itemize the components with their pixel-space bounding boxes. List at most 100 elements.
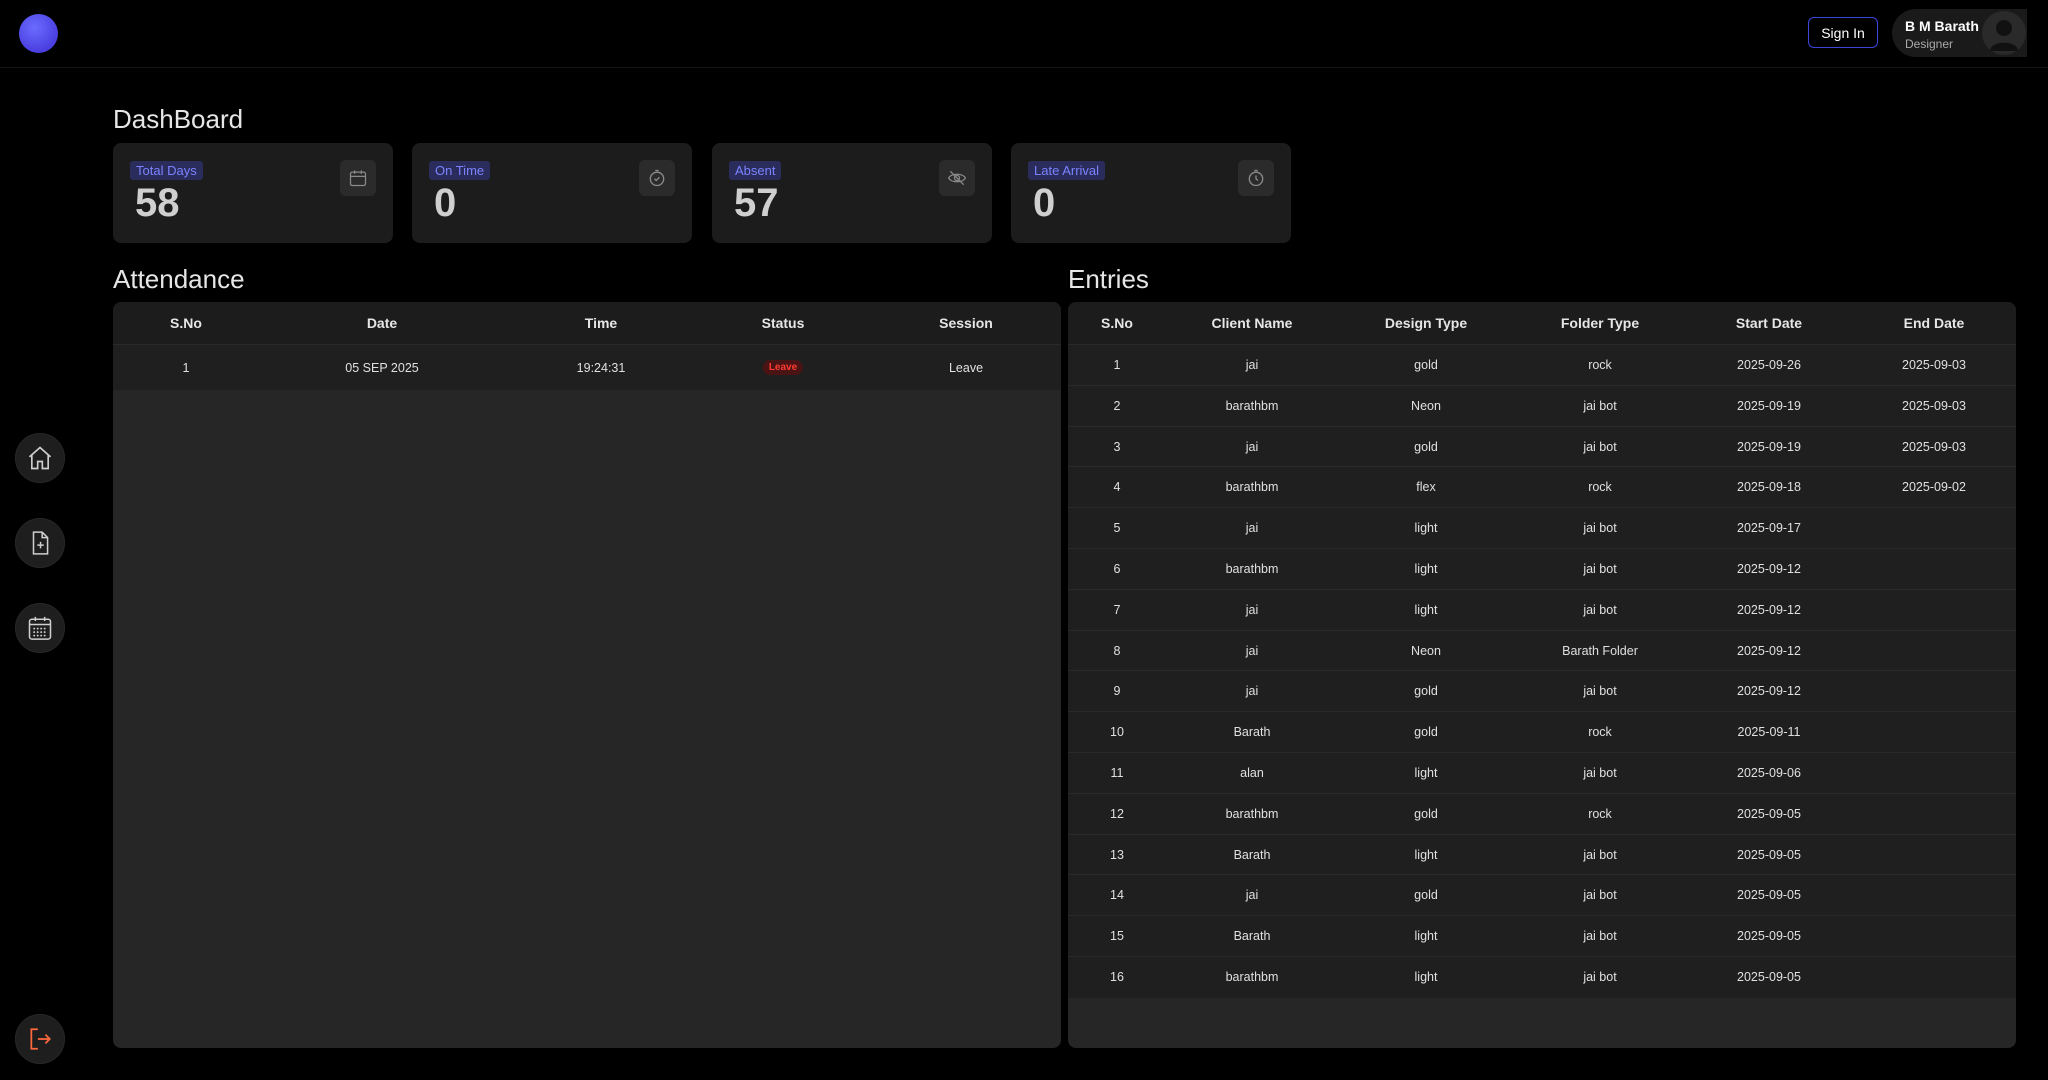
stat-card-total-days: Total Days 58 [113,143,393,243]
cell-start-date: 2025-09-19 [1737,439,1801,454]
table-row[interactable]: 2 barathbm Neon jai bot 2025-09-19 2025-09-03 [1068,384,2016,427]
cell-folder-type: jai bot [1583,562,1617,576]
cell-design-type: light [1414,929,1438,944]
clock-check-icon [649,169,665,187]
user-profile[interactable]: B M Barath Designer [1892,9,2027,57]
table-row[interactable]: 1 jai gold rock 2025-09-26 2025-09-03 [1068,344,2016,386]
cell-start-date: 2025-09-19 [1737,398,1801,413]
user-avatar-icon [1990,20,2018,51]
cell-start-date: 2025-09-05 [1737,888,1801,903]
cell-design-type: light [1414,602,1438,617]
cell-client-name: barathbm [1225,970,1279,984]
cell-sno: 1 [1113,358,1121,372]
table-row[interactable]: 9 jai gold jai bot 2025-09-12 [1068,670,2016,713]
cell-folder-type: jai bot [1583,847,1617,862]
table-row[interactable]: 1 05 SEP 2025 19:24:31 Leave Leave [113,344,1061,390]
table-row[interactable]: 3 jai gold jai bot 2025-09-19 2025-09-03 [1068,425,2016,468]
sidebar-item-add-entry[interactable] [15,518,65,568]
cell-client-name: barathbm [1225,562,1279,576]
cell-folder-type: rock [1588,725,1612,740]
stat-label: Total Days [130,161,203,180]
table-row[interactable]: 14 jai gold jai bot 2025-09-05 [1068,874,2016,917]
cell-sno: 7 [1113,602,1121,617]
cell-end-date: 2025-09-02 [1902,480,1966,495]
cell-client-name: barathbm [1225,806,1279,821]
cell-design-type: gold [1414,888,1438,903]
table-row[interactable]: 4 barathbm flex rock 2025-09-18 2025-09-02 [1068,466,2016,509]
stat-label: Late Arrival [1028,161,1106,180]
table-row[interactable]: 6 barathbm light jai bot 2025-09-12 [1068,548,2016,590]
cell-sno: 11 [1110,766,1124,780]
cell-folder-type: jai bot [1583,766,1617,780]
cell-design-type: light [1414,847,1438,862]
cell-client-name: jai [1245,684,1259,699]
cell-design-type: gold [1414,358,1438,372]
logout-icon [30,1028,51,1050]
table-row[interactable]: 11 alan light jai bot 2025-09-06 [1068,752,2016,794]
column-header: S.No [1101,315,1133,331]
stat-icon-box [639,160,675,196]
cell-date: 05 SEP 2025 [345,361,419,375]
cell-client-name: jai [1245,439,1259,454]
cell-time: 19:24:31 [576,361,626,375]
sidebar-item-logout[interactable] [15,1014,65,1064]
table-row[interactable]: 15 Barath light jai bot 2025-09-05 [1068,915,2016,957]
cell-sno: 5 [1113,521,1121,536]
cell-start-date: 2025-09-12 [1737,684,1801,699]
cell-start-date: 2025-09-12 [1737,562,1801,576]
table-row[interactable]: 5 jai light jai bot 2025-09-17 [1068,507,2016,549]
stat-icon-box [340,160,376,196]
table-row[interactable]: 10 Barath gold rock 2025-09-11 [1068,711,2016,753]
avatar[interactable] [1982,11,2026,55]
cell-sno: 2 [1113,398,1121,413]
table-row[interactable]: 16 barathbm light jai bot 2025-09-05 [1068,956,2016,998]
cell-design-type: gold [1414,806,1438,821]
calendar-icon [28,616,52,640]
cell-design-type: light [1414,970,1438,984]
entries-title: Entries [1068,264,1149,294]
cell-sno: 4 [1113,480,1121,495]
cell-client-name: alan [1240,766,1264,780]
cell-design-type: gold [1414,684,1438,699]
user-name: B M Barath [1905,18,1979,34]
cell-start-date: 2025-09-12 [1737,643,1801,658]
home-icon [28,446,52,470]
cell-end-date: 2025-09-03 [1902,358,1966,372]
app-logo[interactable] [19,14,58,53]
cell-sno: 12 [1110,806,1124,821]
cell-client-name: Barath [1233,847,1271,862]
cell-design-type: light [1414,562,1438,576]
cell-client-name: jai [1245,521,1259,536]
column-header: End Date [1903,315,1965,331]
cell-folder-type: jai bot [1583,970,1617,984]
cell-folder-type: jai bot [1583,398,1617,413]
stat-card-absent: Absent 57 [712,143,992,243]
add-file-icon [32,531,49,555]
cell-client-name: jai [1245,602,1259,617]
column-header: Start Date [1735,315,1803,331]
cell-start-date: 2025-09-12 [1737,602,1801,617]
stat-label: Absent [729,161,782,180]
sidebar-item-home[interactable] [15,433,65,483]
cell-folder-type: jai bot [1583,439,1617,454]
sidebar-item-calendar[interactable] [15,603,65,653]
cell-folder-type: rock [1588,358,1612,372]
table-row[interactable]: 8 jai Neon Barath Folder 2025-09-12 [1068,629,2016,672]
cell-sno: 16 [1110,970,1124,984]
cell-client-name: jai [1245,643,1259,658]
cell-start-date: 2025-09-26 [1737,358,1801,372]
cell-start-date: 2025-09-05 [1737,806,1801,821]
cell-folder-type: rock [1588,480,1612,495]
table-row[interactable]: 13 Barath light jai bot 2025-09-05 [1068,833,2016,876]
sign-in-button[interactable]: Sign In [1808,17,1878,48]
attendance-title: Attendance [113,264,245,294]
column-header: Time [584,315,618,331]
table-row[interactable]: 12 barathbm gold rock 2025-09-05 [1068,792,2016,835]
cell-folder-type: Barath Folder [1562,643,1638,658]
cell-sno: 6 [1113,562,1121,576]
cell-folder-type: jai bot [1583,888,1617,903]
stat-value: 0 [1033,181,1056,225]
cell-session: Leave [948,361,984,375]
table-row[interactable]: 7 jai light jai bot 2025-09-12 [1068,588,2016,631]
cell-client-name: Barath [1233,929,1271,944]
